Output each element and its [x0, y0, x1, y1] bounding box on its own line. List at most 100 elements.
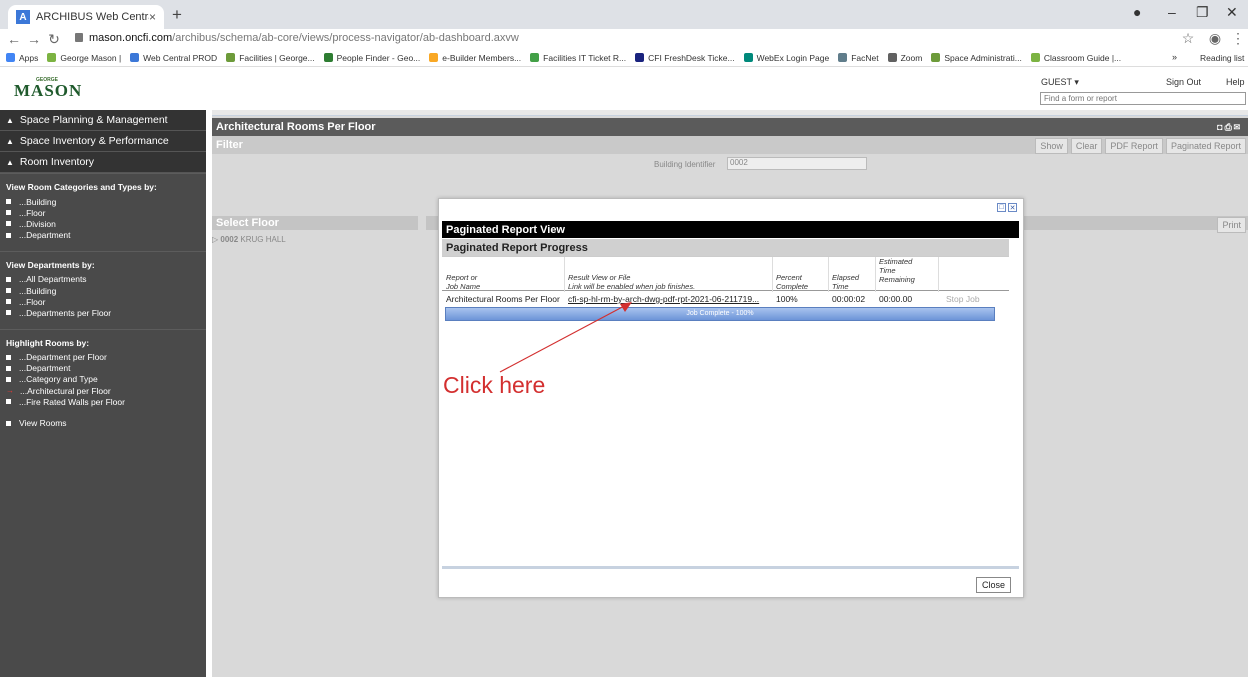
job-progress-bar: Job Complete - 100% [445, 307, 995, 321]
sidebar-group-title: View Departments by: [0, 250, 206, 274]
building-identifier-label: Building Identifier [654, 160, 716, 169]
bookmark-item[interactable]: FacNet [838, 52, 879, 63]
browser-tab[interactable]: A ARCHIBUS Web Central × [8, 5, 164, 29]
bookmark-favicon-icon [323, 53, 333, 62]
bookmark-item[interactable]: Web Central PROD [130, 53, 217, 63]
tab-title: ARCHIBUS Web Central [36, 11, 149, 23]
sidebar-item[interactable]: ...Department [0, 230, 206, 241]
back-icon[interactable]: ← [4, 31, 24, 47]
reload-icon[interactable]: ↻ [44, 31, 64, 48]
sidebar-item-architectural-per-floor[interactable]: → ...Architectural per Floor [0, 385, 206, 396]
restore-icon[interactable]: ❐ [1196, 4, 1209, 21]
floor-tree-item[interactable]: ▷ 0002 KRUG HALL [212, 235, 286, 244]
clear-button[interactable]: Clear [1070, 138, 1103, 154]
help-link[interactable]: Help [1226, 77, 1245, 87]
guest-menu[interactable]: GUEST ▾ [1041, 77, 1079, 88]
bookmark-favicon-icon [530, 53, 540, 62]
sidebar-section-room-inventory[interactable]: ▲ Room Inventory [0, 152, 206, 173]
bookmark-label: Zoom [900, 52, 923, 63]
bookmark-item[interactable]: CFI FreshDesk Ticke... [635, 52, 735, 63]
bookmark-favicon-icon [226, 53, 236, 62]
sidebar-item-view-rooms[interactable]: View Rooms [0, 417, 206, 428]
bookmark-item[interactable]: WebEx Login Page [743, 52, 830, 63]
app-header: GEORGE MASON GUEST ▾ Sign Out Help [0, 67, 1248, 107]
result-file-link[interactable]: cfi-sp-hl-rm-by-arch-dwg-pdf-rpt-2021-06… [568, 294, 759, 304]
sidebar-section-space-inventory[interactable]: ▲ Space Inventory & Performance [0, 131, 206, 152]
bookmark-favicon-icon [838, 53, 848, 62]
sign-out-link[interactable]: Sign Out [1166, 77, 1201, 87]
triangle-up-icon: ▲ [6, 115, 14, 125]
sidebar-item[interactable]: ...Category and Type [0, 374, 206, 385]
browser-tab-strip: A ARCHIBUS Web Central × + ● – ❐ ✕ [0, 0, 1248, 29]
bookmarks-more[interactable]: » [1172, 52, 1177, 62]
bookmark-favicon-icon [635, 53, 645, 62]
table-row: Architectural Rooms Per Floor cfi-sp-hl-… [442, 292, 1009, 305]
url-field[interactable]: mason.oncfi.com/archibus/schema/ab-core/… [75, 32, 519, 44]
close-icon[interactable]: ✕ [1008, 203, 1017, 212]
bookmark-item[interactable]: George Mason | [47, 53, 121, 63]
bookmark-item[interactable]: Zoom [887, 52, 923, 63]
bookmark-label: WebEx Login Page [756, 52, 830, 63]
bookmark-item[interactable]: Facilities | George... [226, 53, 315, 63]
tab-close-icon[interactable]: × [149, 10, 156, 24]
profile-icon[interactable]: ● [1133, 4, 1141, 20]
bookmark-favicon-icon [887, 53, 897, 62]
bookmark-item[interactable]: Apps [6, 53, 38, 63]
menu-icon[interactable]: ⋮ [1228, 30, 1248, 47]
sidebar-item[interactable]: ...All Departments [0, 274, 206, 285]
dialog-title: Paginated Report View [442, 221, 1019, 238]
bookmark-item[interactable]: Facilities IT Ticket R... [530, 53, 626, 63]
annotation-click-here: Click here [443, 372, 546, 398]
window-close-icon[interactable]: ✕ [1226, 4, 1238, 21]
sidebar-item[interactable]: ...Fire Rated Walls per Floor [0, 396, 206, 407]
bookmark-label: FacNet [851, 52, 879, 63]
address-bar: ← → ↻ mason.oncfi.com/archibus/schema/ab… [0, 29, 1248, 49]
show-button[interactable]: Show [1035, 138, 1068, 154]
arrow-right-icon: → [6, 386, 14, 396]
bookmark-item[interactable]: Classroom Guide |... [1030, 52, 1122, 63]
bookmarks-bar: Apps George Mason | Web Central PROD Facili… [0, 49, 1248, 67]
triangle-up-icon: ▲ [6, 157, 14, 167]
find-form-input[interactable] [1040, 92, 1246, 105]
sidebar-item[interactable]: ...Building [0, 285, 206, 296]
bookmark-label: George Mason | [60, 52, 122, 63]
sidebar-item[interactable]: ...Department per Floor [0, 352, 206, 363]
percent-complete: 100% [776, 294, 798, 304]
elapsed-time: 00:00:02 [832, 294, 866, 304]
stop-job-button[interactable]: Stop Job [946, 294, 980, 304]
bookmark-item[interactable]: People Finder - Geo... [323, 53, 420, 63]
remaining-time: 00:00.00 [879, 294, 913, 304]
paginated-report-button[interactable]: Paginated Report [1165, 138, 1246, 154]
forward-icon[interactable]: → [24, 31, 44, 47]
account-icon[interactable]: ◉ [1205, 30, 1225, 47]
dialog-subtitle: Paginated Report Progress [442, 239, 1009, 256]
bookmark-favicon-icon [6, 53, 15, 62]
building-identifier-input[interactable]: 0002 [727, 157, 867, 170]
sidebar-item[interactable]: ...Department [0, 363, 206, 374]
bookmark-item[interactable]: Space Administrati... [931, 53, 1022, 63]
bookmark-label: CFI FreshDesk Ticke... [648, 52, 735, 63]
reading-list-button[interactable]: Reading list [1200, 53, 1244, 63]
panel-action-icons[interactable]: ◘⎙✉ [1217, 122, 1242, 133]
star-icon[interactable]: ☆ [1178, 30, 1198, 47]
maximize-icon[interactable]: □ [997, 203, 1006, 212]
bookmark-label: Classroom Guide |... [1043, 52, 1122, 63]
minimize-icon[interactable]: – [1168, 4, 1176, 20]
sidebar-item[interactable]: ...Departments per Floor [0, 307, 206, 318]
bookmark-favicon-icon [130, 53, 140, 62]
sidebar-item[interactable]: ...Division [0, 218, 206, 229]
new-tab-button[interactable]: + [172, 5, 182, 25]
sidebar-group-title: Highlight Rooms by: [0, 328, 206, 352]
print-button[interactable]: Print [1217, 217, 1246, 233]
sidebar-item[interactable]: ...Floor [0, 296, 206, 307]
pdf-report-button[interactable]: PDF Report [1105, 138, 1163, 154]
george-mason-logo: GEORGE MASON [14, 77, 83, 100]
close-button[interactable]: Close [976, 577, 1012, 593]
bookmark-favicon-icon [1030, 53, 1040, 62]
panel-title: Architectural Rooms Per Floor ◘⎙✉ [212, 118, 1248, 136]
sidebar: ▲ Space Planning & Management ▲ Space Inve… [0, 110, 206, 677]
bookmark-item[interactable]: e-Builder Members... [429, 53, 521, 63]
sidebar-section-space-planning[interactable]: ▲ Space Planning & Management [0, 110, 206, 131]
sidebar-item[interactable]: ...Floor [0, 207, 206, 218]
sidebar-item[interactable]: ...Building [0, 196, 206, 207]
